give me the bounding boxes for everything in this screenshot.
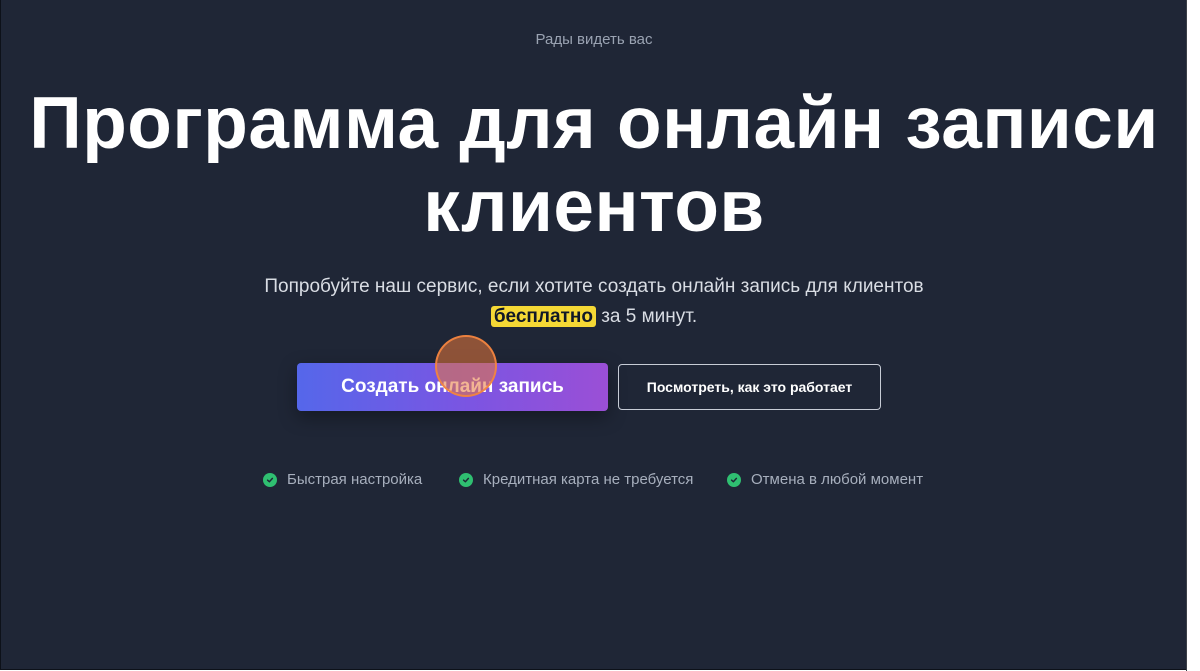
- feature-item: Отмена в любой момент: [727, 471, 923, 488]
- create-booking-button[interactable]: Создать онлайн запись: [297, 363, 608, 411]
- hero-subtitle: Попробуйте наш сервис, если хотите созда…: [1, 272, 1187, 332]
- how-it-works-button[interactable]: Посмотреть, как это работает: [618, 364, 881, 410]
- hero-eyebrow: Рады видеть вас: [535, 31, 653, 48]
- window-edge: [1186, 0, 1200, 671]
- feature-item: Кредитная карта не требуется: [459, 471, 693, 488]
- subtitle-text: Попробуйте наш сервис, если хотите созда…: [264, 276, 924, 297]
- check-circle-icon: [263, 472, 277, 487]
- feature-label: Быстрая настройка: [287, 471, 423, 488]
- hero-title: Программа для онлайн записи клиентов: [29, 83, 1159, 247]
- free-highlight: бесплатно: [490, 306, 596, 327]
- check-circle-icon: [727, 472, 741, 487]
- feature-item: Быстрая настройка: [263, 471, 422, 488]
- feature-label: Кредитная карта не требуется: [483, 471, 694, 488]
- feature-label: Отмена в любой момент: [751, 471, 924, 488]
- hero-section: Рады видеть вас Программа для онлайн зап…: [0, 0, 1187, 670]
- check-circle-icon: [459, 472, 473, 487]
- subtitle-suffix: за 5 минут.: [595, 306, 698, 327]
- feature-list: Быстрая настройка Кредитная карта не тре…: [1, 471, 1187, 491]
